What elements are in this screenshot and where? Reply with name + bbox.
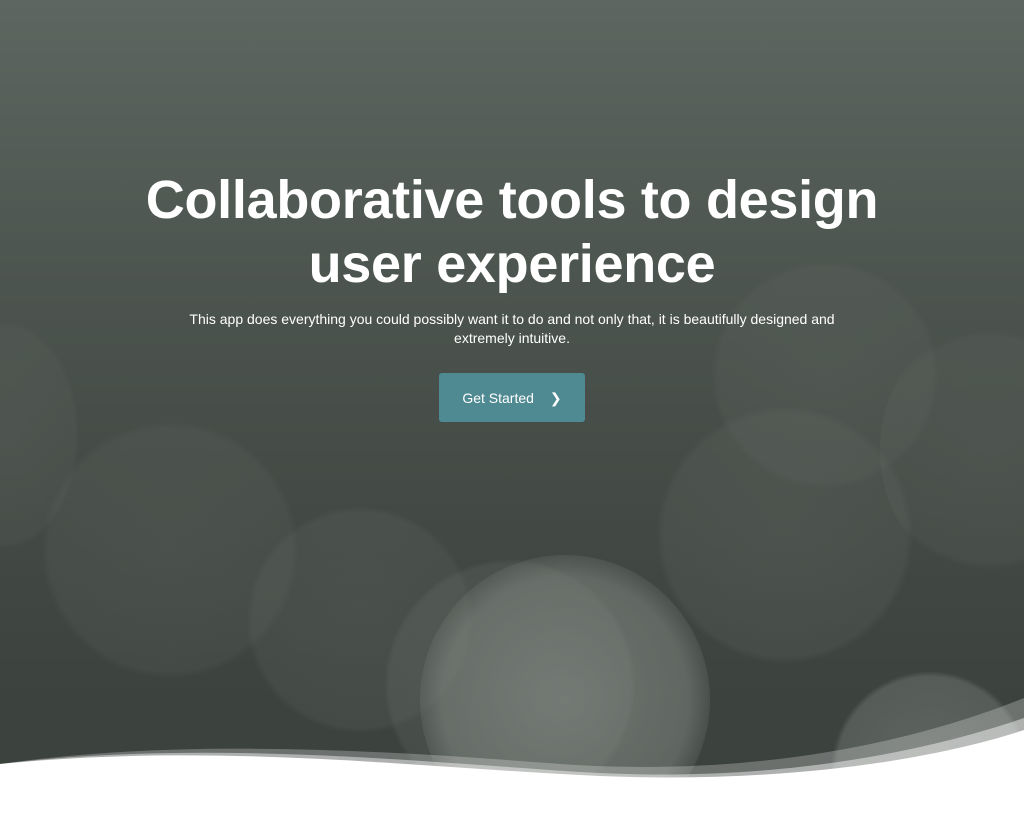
hero-headline: Collaborative tools to design user exper…	[145, 170, 879, 294]
hero-section: Collaborative tools to design user exper…	[0, 0, 1024, 836]
bottom-wave-divider	[0, 698, 1024, 836]
get-started-label: Get Started	[462, 389, 534, 406]
hero-subtitle: This app does everything you could possi…	[189, 311, 835, 346]
hero-content: Collaborative tools to design user exper…	[0, 168, 1024, 422]
bokeh-light	[655, 405, 915, 665]
bokeh-light	[40, 420, 300, 680]
chevron-right-icon: ❯	[549, 389, 562, 406]
get-started-button[interactable]: Get Started ❯	[439, 373, 585, 422]
